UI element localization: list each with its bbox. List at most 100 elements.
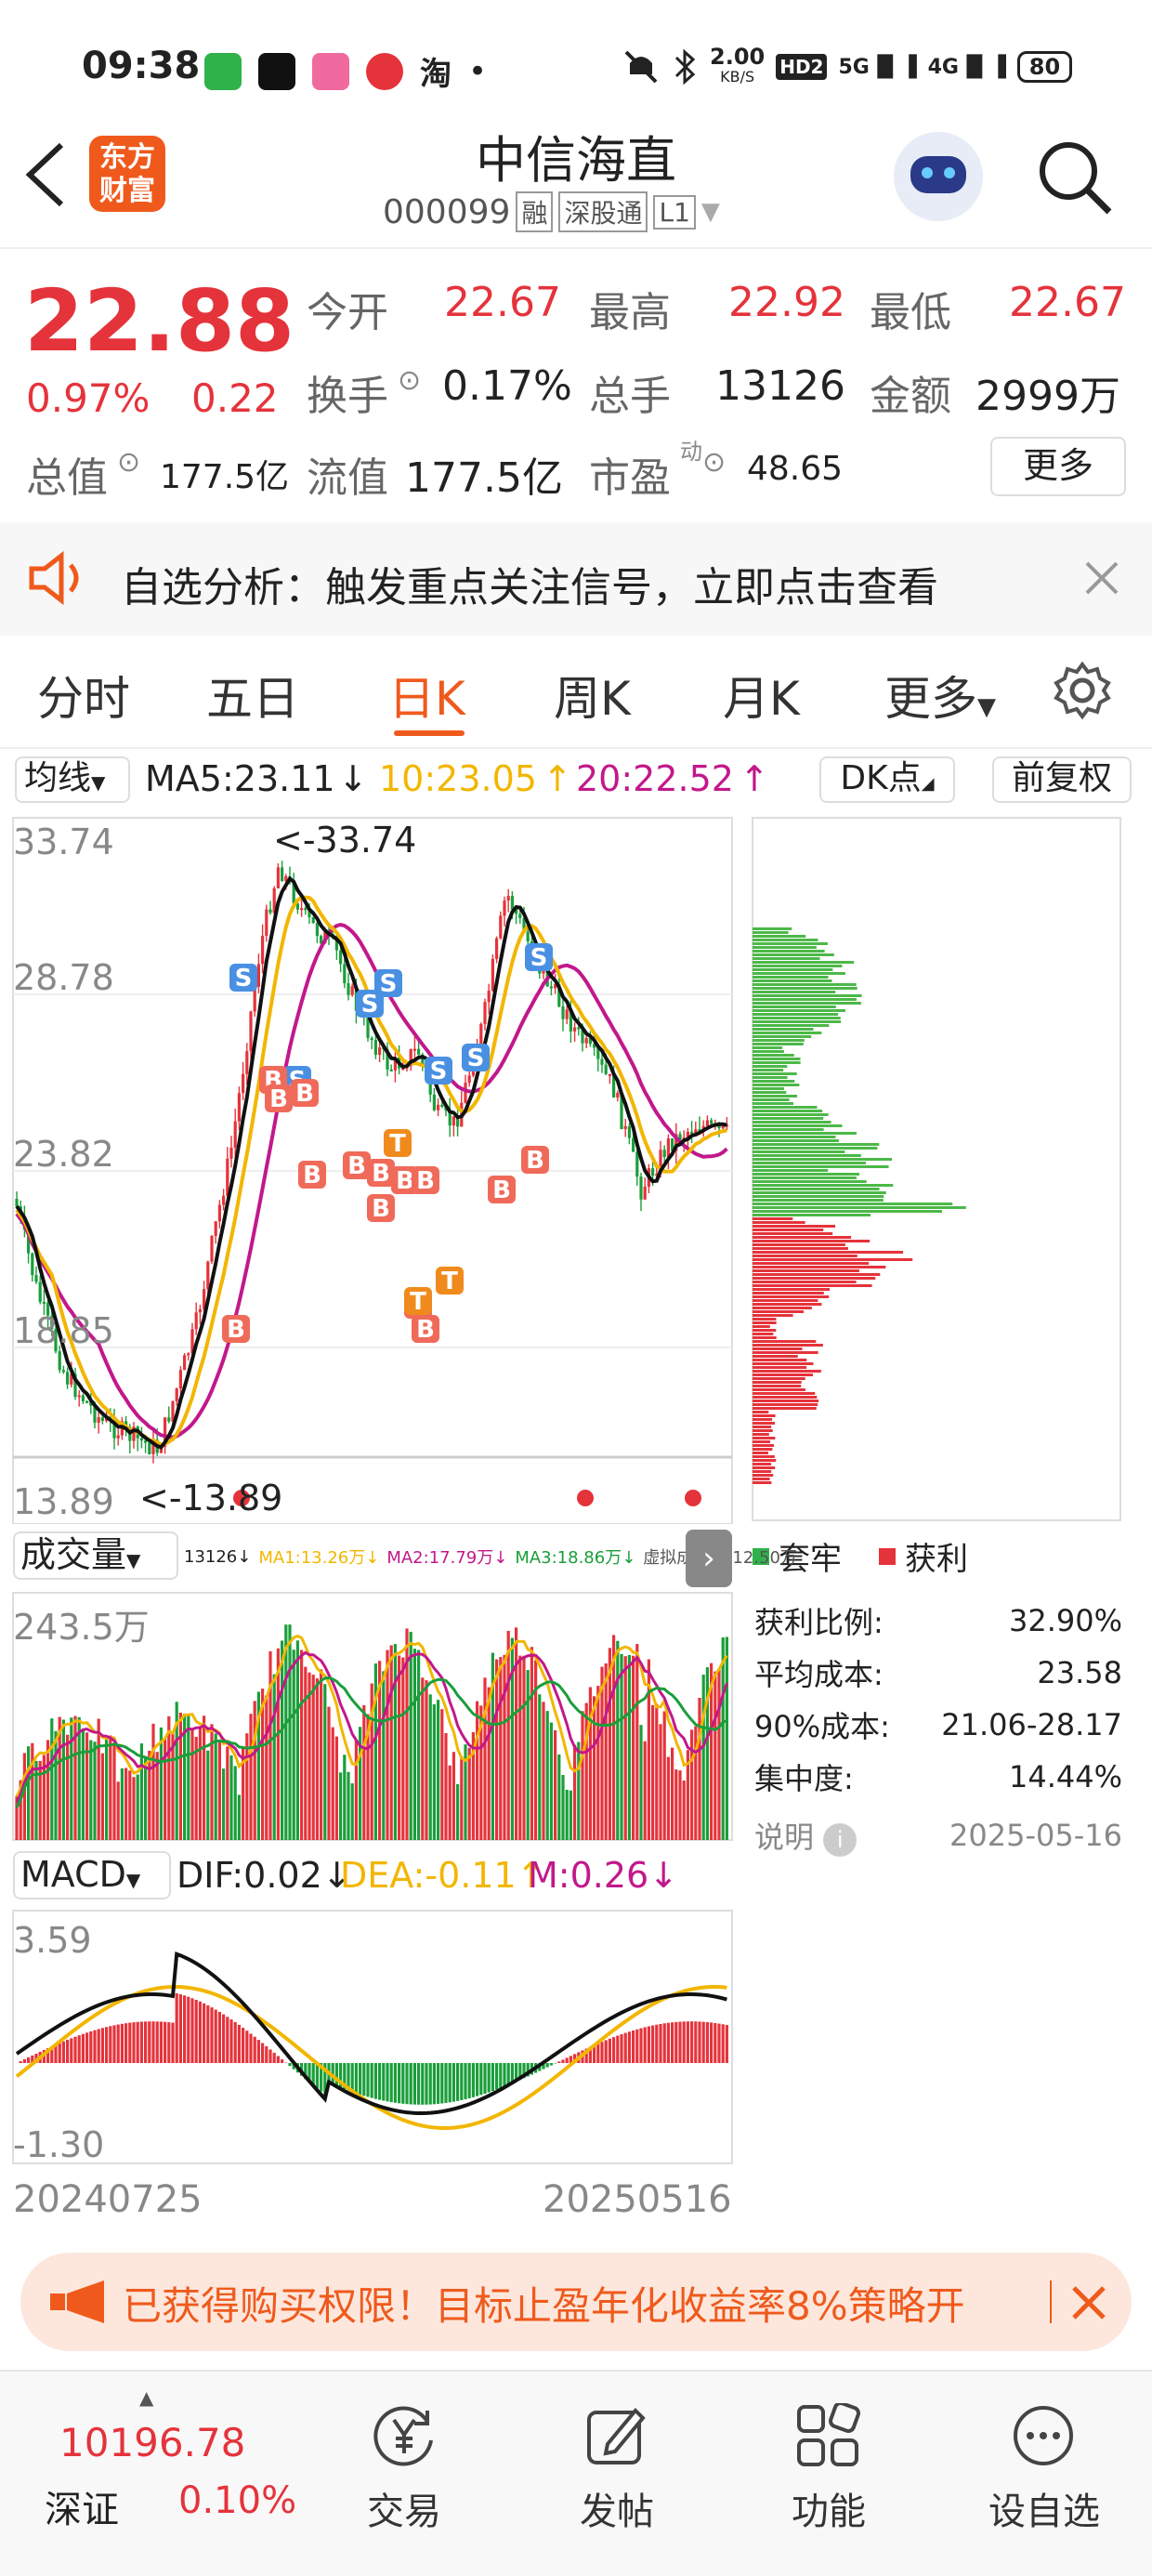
macd-dea: DEA:-0.11↑ <box>340 1855 546 1896</box>
chip-bar <box>753 1426 772 1428</box>
volume-bar <box>483 1677 487 1840</box>
more-dots-icon <box>1014 2406 1073 2465</box>
tab-more[interactable]: 更多▼ <box>884 662 996 729</box>
chip-bar <box>753 1188 880 1190</box>
macd-bar <box>183 1995 187 2063</box>
adjust-button[interactable]: 前复权 <box>992 756 1132 803</box>
close-banner-icon[interactable] <box>1070 2284 1107 2321</box>
volume-bar <box>662 1711 666 1840</box>
index-name[interactable]: 深证 <box>45 2479 119 2533</box>
nav-post[interactable]: 发帖 <box>524 2481 710 2535</box>
volume-bar <box>518 1655 522 1840</box>
ma-selector[interactable]: 均线▼ <box>15 756 130 803</box>
macd-bar <box>612 2037 616 2063</box>
chip-bar <box>753 1362 814 1365</box>
macd-indicator-selector[interactable]: MACD▼ <box>13 1851 171 1899</box>
chip-bar <box>753 1292 824 1295</box>
candle-body <box>389 1069 393 1071</box>
index-value[interactable]: 10196.78 <box>59 2420 245 2465</box>
chip-bar <box>753 1333 774 1335</box>
volume-bar <box>577 1741 581 1840</box>
kline-y-label-3: 23.82 <box>13 1134 114 1175</box>
more-quote-button[interactable]: 更多 <box>990 437 1126 496</box>
chip-stats: 获利比例: 32.90% 平均成本: 23.58 90%成本: 21.06-28.17… <box>754 1603 1122 1857</box>
macd-bar <box>226 2017 229 2063</box>
netease-music-icon <box>366 52 403 90</box>
chart-settings-gear-icon[interactable] <box>1052 660 1113 721</box>
expand-panel-icon[interactable]: › <box>686 1530 732 1587</box>
promo-banner[interactable]: 已获得购买权限！目标止盈年化收益率8%策略开 <box>20 2253 1132 2351</box>
volume-bar <box>226 1746 229 1840</box>
candle-body <box>100 1417 104 1422</box>
volume-bar <box>292 1649 295 1840</box>
chip-bar <box>753 1459 777 1462</box>
chip-bar <box>753 1377 805 1380</box>
volume-indicator-selector[interactable]: 成交量▼ <box>13 1531 178 1580</box>
macd-bar <box>203 2003 206 2063</box>
chip-bar <box>753 1236 852 1239</box>
chip-bar <box>753 1266 886 1268</box>
candle-body <box>261 935 265 965</box>
macd-bar <box>495 2063 499 2090</box>
chip-bar <box>753 1422 775 1425</box>
nav-trade[interactable]: 交易 <box>311 2481 497 2535</box>
trade-signal-letter: B <box>347 1152 366 1180</box>
close-alert-icon[interactable] <box>1083 559 1120 597</box>
macd-bar <box>398 2063 401 2104</box>
robot-assistant-icon[interactable] <box>894 132 983 221</box>
ma20-value: 20:22.52 <box>576 758 734 799</box>
macd-bar <box>382 2063 386 2101</box>
candle-body <box>710 1120 713 1124</box>
macd-bar <box>378 2063 382 2100</box>
volume-bar <box>323 1684 327 1840</box>
chip-bar <box>753 1061 801 1064</box>
ma20-arrow: ↑ <box>740 758 769 799</box>
chip-bar <box>753 998 857 1001</box>
low-label: 最低 <box>870 289 951 336</box>
nav-function[interactable]: 功能 <box>736 2481 922 2535</box>
index-change[interactable]: 0.10% <box>178 2479 296 2522</box>
volume-bar <box>343 1755 347 1840</box>
chip-bar <box>753 1095 797 1097</box>
candle-body <box>85 1400 89 1403</box>
dropdown-icon[interactable]: ▼ <box>701 198 720 226</box>
volume-bar <box>178 1712 182 1840</box>
tab-daily-k[interactable]: 日K <box>388 662 465 729</box>
tab-weekly-k[interactable]: 周K <box>554 662 631 729</box>
search-icon[interactable] <box>1033 136 1117 219</box>
tab-five-day[interactable]: 五日 <box>206 662 299 729</box>
volume-bar <box>639 1725 643 1840</box>
trade-signal-letter: B <box>269 1085 288 1113</box>
macd-bar <box>440 2063 444 2104</box>
chip-bar <box>753 1388 805 1391</box>
tab-intraday[interactable]: 分时 <box>37 662 130 729</box>
chip-note[interactable]: 说明 i <box>754 1814 857 1857</box>
chip-distribution-chart[interactable] <box>751 816 1122 1522</box>
dk-point-button[interactable]: DK点◢ <box>819 756 955 803</box>
mktcap-info-icon[interactable]: ⊙ <box>117 446 140 479</box>
pe-info-icon[interactable]: ⊙ <box>702 446 726 479</box>
chip-bar <box>753 1136 836 1138</box>
macd-bar <box>139 2021 143 2063</box>
macd-chart[interactable] <box>0 1909 743 2165</box>
nav-set-watchlist[interactable]: 设自选 <box>951 2481 1137 2535</box>
info-icon: i <box>823 1823 857 1857</box>
tab-monthly-k[interactable]: 月K <box>723 662 800 729</box>
volume-bar <box>444 1732 448 1840</box>
macd-bar <box>620 2034 623 2063</box>
chip-bar <box>753 1321 777 1324</box>
chip-bar <box>753 1247 848 1250</box>
volume-bar <box>569 1790 572 1840</box>
chip-bar <box>753 1240 871 1242</box>
promo-text: 已获得购买权限！目标止盈年化收益率8%策略开 <box>123 2283 965 2329</box>
volume-bar <box>54 1730 58 1840</box>
alert-text: 自选分析：触发重点关注信号，立即点击查看 <box>121 564 938 611</box>
macd-bar <box>393 2063 397 2103</box>
chip-bar <box>753 1121 831 1124</box>
volume-bar <box>249 1714 253 1840</box>
macd-bar <box>600 2042 604 2063</box>
volume-bar <box>635 1644 639 1840</box>
turnover-info-icon[interactable]: ⊙ <box>398 364 421 397</box>
chip-bar <box>753 1318 777 1321</box>
chip-bar <box>753 1176 857 1179</box>
